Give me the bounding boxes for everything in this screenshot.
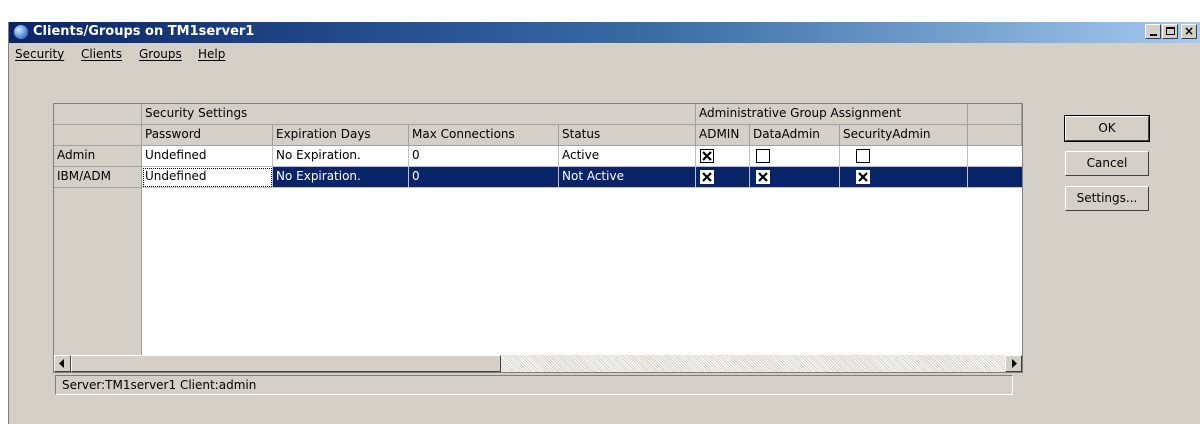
check-x-icon (702, 172, 712, 182)
minimize-button[interactable] (1145, 24, 1161, 39)
check-x-icon (702, 151, 712, 161)
scroll-track[interactable] (501, 355, 1005, 372)
admin-cell[interactable] (696, 146, 750, 167)
password-cell[interactable]: Undefined (142, 167, 273, 188)
check-x-icon (758, 172, 768, 182)
securityadmin-checkbox[interactable] (856, 170, 870, 184)
securityadmin-cell[interactable] (840, 167, 968, 188)
menu-groups[interactable]: Groups (139, 47, 182, 61)
close-button[interactable]: × (1181, 24, 1197, 39)
dataadmin-checkbox[interactable] (756, 170, 770, 184)
menu-bar: Security Clients Groups Help (9, 43, 1200, 65)
arrow-left-icon (59, 359, 64, 368)
empty-header (968, 104, 1022, 125)
securityadmin-checkbox[interactable] (856, 149, 870, 163)
row-header-ibm-adm[interactable]: IBM/ADM (54, 167, 142, 188)
column-header-expiration-days[interactable]: Expiration Days (273, 125, 409, 146)
dataadmin-cell[interactable] (750, 146, 840, 167)
admin-group-assignment-header: Administrative Group Assignment (696, 104, 968, 125)
maximize-button[interactable] (1162, 24, 1178, 39)
window-title: Clients/Groups on TM1server1 (33, 24, 255, 39)
horizontal-scrollbar[interactable] (54, 355, 1022, 372)
empty-cell (968, 167, 1022, 188)
settings-button[interactable]: Settings... (1065, 186, 1149, 211)
expiration-cell[interactable]: No Expiration. (273, 167, 409, 188)
clients-groups-window: Clients/Groups on TM1server1 × Security … (8, 22, 1200, 424)
arrow-right-icon (1012, 359, 1017, 368)
menu-security[interactable]: Security (15, 47, 64, 61)
check-x-icon (858, 172, 868, 182)
column-header-securityadmin[interactable]: SecurityAdmin (840, 125, 968, 146)
menu-clients[interactable]: Clients (81, 47, 122, 61)
empty-header (968, 125, 1022, 146)
minimize-icon (1150, 34, 1157, 36)
ok-button[interactable]: OK (1064, 115, 1150, 142)
close-icon: × (1184, 24, 1195, 38)
maximize-icon (1166, 27, 1175, 35)
max-connections-cell[interactable]: 0 (409, 146, 559, 167)
column-header-max-connections[interactable]: Max Connections (409, 125, 559, 146)
securityadmin-cell[interactable] (840, 146, 968, 167)
row-header-admin[interactable]: Admin (54, 146, 142, 167)
admin-cell[interactable] (696, 167, 750, 188)
column-header-password[interactable]: Password (142, 125, 273, 146)
corner-cell (54, 104, 142, 125)
dataadmin-checkbox[interactable] (756, 149, 770, 163)
admin-checkbox[interactable] (700, 149, 714, 163)
password-cell[interactable]: Undefined (142, 146, 273, 167)
cancel-button[interactable]: Cancel (1065, 151, 1149, 176)
clients-grid[interactable]: Security Settings Administrative Group A… (53, 103, 1023, 373)
column-header-admin[interactable]: ADMIN (696, 125, 750, 146)
admin-checkbox[interactable] (700, 170, 714, 184)
corner-cell (54, 125, 142, 146)
max-connections-cell[interactable]: 0 (409, 167, 559, 188)
expiration-cell[interactable]: No Expiration. (273, 146, 409, 167)
scroll-right-button[interactable] (1005, 355, 1022, 372)
empty-cell (968, 146, 1022, 167)
status-cell[interactable]: Active (559, 146, 696, 167)
scroll-thumb[interactable] (71, 355, 501, 372)
status-cell[interactable]: Not Active (559, 167, 696, 188)
security-settings-header: Security Settings (142, 104, 696, 125)
row-header-blank (54, 188, 142, 355)
desktop-strip (0, 0, 1200, 22)
column-header-status[interactable]: Status (559, 125, 696, 146)
column-header-dataadmin[interactable]: DataAdmin (750, 125, 840, 146)
title-bar[interactable]: Clients/Groups on TM1server1 × (9, 22, 1200, 43)
menu-help[interactable]: Help (198, 47, 225, 61)
scroll-left-button[interactable] (54, 355, 71, 372)
status-bar: Server:TM1server1 Client:admin (55, 375, 1013, 395)
app-icon (13, 24, 29, 40)
dataadmin-cell[interactable] (750, 167, 840, 188)
